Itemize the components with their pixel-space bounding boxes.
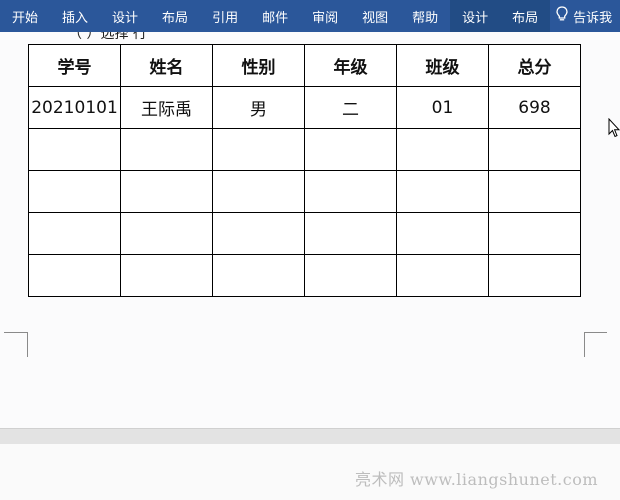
table-row	[28, 128, 581, 171]
table-cell[interactable]	[120, 128, 213, 171]
table-cell[interactable]	[304, 212, 397, 255]
header-cell[interactable]: 姓名	[120, 44, 213, 87]
header-cell[interactable]: 年级	[304, 44, 397, 87]
tell-me-label: 告诉我	[573, 10, 613, 26]
tell-me-search[interactable]: 告诉我	[550, 0, 618, 32]
document-page[interactable]: （ ）选择 行 学号 姓名 性别 年级 班级 总分 20210101 王际禹 男…	[0, 32, 620, 428]
tab-design[interactable]: 设计	[100, 0, 150, 32]
table-cell[interactable]	[396, 170, 489, 213]
table-row	[28, 254, 581, 297]
table-cell[interactable]	[396, 212, 489, 255]
table-cell[interactable]: 20210101	[28, 86, 121, 129]
ribbon-bar: 开始 插入 设计 布局 引用 邮件 审阅 视图 帮助 设计 布局 告诉我	[0, 0, 620, 32]
table-cell[interactable]	[396, 128, 489, 171]
table-cell[interactable]	[28, 254, 121, 297]
tab-insert[interactable]: 插入	[50, 0, 100, 32]
table-cell[interactable]	[28, 170, 121, 213]
table-cell[interactable]	[488, 128, 581, 171]
table-cell[interactable]	[212, 254, 305, 297]
margin-corner-mark-left	[4, 332, 28, 357]
table-cell[interactable]	[488, 212, 581, 255]
partial-text-line: （ ）选择 行	[68, 32, 147, 42]
table-cell[interactable]: 男	[212, 86, 305, 129]
table-cell[interactable]	[120, 170, 213, 213]
header-cell[interactable]: 性别	[212, 44, 305, 87]
table-cell[interactable]: 698	[488, 86, 581, 129]
table-cell[interactable]	[304, 254, 397, 297]
table-row	[28, 212, 581, 255]
table-cell[interactable]	[28, 212, 121, 255]
table-cell[interactable]	[28, 128, 121, 171]
table-cell[interactable]	[488, 170, 581, 213]
table-row	[28, 170, 581, 213]
table-cell[interactable]: 王际禹	[120, 86, 213, 129]
table-cell[interactable]	[212, 170, 305, 213]
table-header-row: 学号 姓名 性别 年级 班级 总分	[28, 44, 581, 87]
tab-table-layout[interactable]: 布局	[500, 0, 550, 32]
tab-help[interactable]: 帮助	[400, 0, 450, 32]
page-gap	[0, 428, 620, 445]
tab-mailings[interactable]: 邮件	[250, 0, 300, 32]
table-tools-context: 设计 布局	[450, 0, 551, 32]
student-table[interactable]: 学号 姓名 性别 年级 班级 总分 20210101 王际禹 男 二 01 69…	[28, 44, 581, 297]
header-cell[interactable]: 总分	[488, 44, 581, 87]
table-cell[interactable]	[212, 128, 305, 171]
tab-layout[interactable]: 布局	[150, 0, 200, 32]
table-row: 20210101 王际禹 男 二 01 698	[28, 86, 581, 129]
table-cell[interactable]	[212, 212, 305, 255]
lightbulb-icon	[556, 6, 573, 26]
table-cell[interactable]	[488, 254, 581, 297]
tab-review[interactable]: 审阅	[300, 0, 350, 32]
header-cell[interactable]: 班级	[396, 44, 489, 87]
tab-view[interactable]: 视图	[350, 0, 400, 32]
table-cell[interactable]	[304, 170, 397, 213]
watermark-text: 亮术网 www.liangshunet.com	[354, 470, 598, 489]
tab-home[interactable]: 开始	[0, 0, 50, 32]
header-cell[interactable]: 学号	[28, 44, 121, 87]
table-cell[interactable]: 二	[304, 86, 397, 129]
table-cell[interactable]	[120, 212, 213, 255]
table-cell[interactable]: 01	[396, 86, 489, 129]
table-cell[interactable]	[120, 254, 213, 297]
margin-corner-mark-right	[584, 332, 607, 357]
tab-references[interactable]: 引用	[200, 0, 250, 32]
tab-table-design[interactable]: 设计	[450, 0, 500, 32]
table-cell[interactable]	[396, 254, 489, 297]
mouse-pointer-icon	[608, 117, 620, 142]
table-cell[interactable]	[304, 128, 397, 171]
